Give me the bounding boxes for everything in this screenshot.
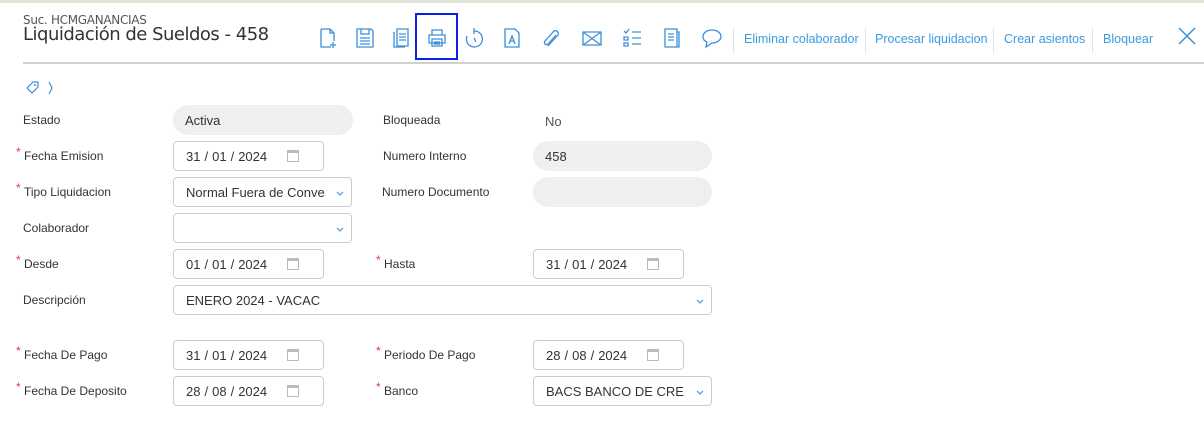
chevron-down-icon: [335, 223, 345, 233]
attachment-icon[interactable]: [540, 26, 564, 50]
hasta-label: Hasta: [384, 257, 416, 271]
email-icon[interactable]: [580, 26, 604, 50]
fecha-emision-label: Fecha Emision: [24, 149, 104, 163]
periodo-pago-label: Periodo De Pago: [384, 348, 476, 362]
crear-asientos-button[interactable]: Crear asientos: [1004, 32, 1085, 46]
tag-icon[interactable]: [25, 80, 55, 101]
page-title: Liquidación de Sueldos - 458: [23, 24, 269, 45]
hasta-input[interactable]: 31/01/2024: [533, 249, 684, 279]
calendar-icon[interactable]: [647, 258, 659, 270]
chevron-down-icon: [335, 187, 345, 197]
required-mark: *: [376, 380, 381, 394]
required-mark: *: [16, 380, 21, 394]
colaborador-select[interactable]: [173, 213, 352, 243]
calendar-icon[interactable]: [647, 349, 659, 361]
estado-label: Estado: [23, 113, 61, 127]
required-mark: *: [16, 344, 21, 358]
fecha-pago-label: Fecha De Pago: [24, 348, 108, 362]
bloqueada-value: No: [545, 114, 562, 129]
calendar-icon[interactable]: [287, 258, 299, 270]
header-divider: [23, 62, 1204, 64]
checklist-icon[interactable]: [620, 26, 644, 50]
desde-input[interactable]: 01/01/2024: [173, 249, 324, 279]
toolbar-divider: [865, 28, 866, 53]
eliminar-colaborador-button[interactable]: Eliminar colaborador: [744, 32, 859, 46]
bloqueada-label: Bloqueada: [383, 113, 441, 127]
copy-icon[interactable]: [389, 26, 413, 50]
fecha-deposito-input[interactable]: 28/08/2024: [173, 376, 324, 406]
estado-value: Activa: [185, 112, 221, 128]
required-mark: *: [376, 253, 381, 267]
toolbar-divider: [733, 28, 734, 53]
estado-field: Activa: [173, 105, 353, 135]
numero-interno-label: Numero Interno: [383, 149, 467, 163]
descripcion-label: Descripción: [23, 293, 86, 307]
numero-interno-field: 458: [533, 141, 712, 171]
calendar-icon[interactable]: [287, 385, 299, 397]
tipo-liquidacion-select[interactable]: Normal Fuera de Conve: [173, 177, 352, 207]
colaborador-label: Colaborador: [23, 221, 90, 235]
fecha-pago-input[interactable]: 31/01/2024: [173, 340, 324, 370]
required-mark: *: [16, 253, 21, 267]
history-icon[interactable]: [462, 26, 486, 50]
fecha-emision-input[interactable]: 31/01/2024: [173, 141, 324, 171]
descripcion-select[interactable]: ENERO 2024 - VACAC: [173, 285, 712, 315]
bloquear-button[interactable]: Bloquear: [1103, 32, 1153, 46]
toolbar-divider: [993, 28, 994, 53]
close-icon[interactable]: [1177, 26, 1197, 46]
calendar-icon[interactable]: [287, 349, 299, 361]
print-icon[interactable]: [425, 26, 449, 50]
periodo-pago-input[interactable]: 28/08/2024: [533, 340, 684, 370]
calendar-icon[interactable]: [287, 150, 299, 162]
required-mark: *: [376, 344, 381, 358]
save-icon[interactable]: [353, 26, 377, 50]
chevron-down-icon: [695, 295, 705, 305]
numero-documento-label: Numero Documento: [382, 185, 490, 199]
banco-select[interactable]: BACS BANCO DE CRE: [533, 376, 712, 406]
report-icon[interactable]: [500, 26, 524, 50]
required-mark: *: [16, 181, 21, 195]
document-icon[interactable]: [660, 26, 684, 50]
banco-label: Banco: [384, 384, 419, 398]
new-document-icon[interactable]: [316, 26, 340, 50]
top-accent-bar: [0, 0, 1204, 3]
chevron-down-icon: [695, 386, 705, 396]
tipo-liquidacion-label: Tipo Liquidacion: [24, 185, 111, 199]
required-mark: *: [16, 145, 21, 159]
numero-documento-field: [533, 177, 712, 207]
comment-icon[interactable]: [700, 26, 724, 50]
toolbar-divider: [1092, 28, 1093, 53]
desde-label: Desde: [24, 257, 59, 271]
procesar-liquidacion-button[interactable]: Procesar liquidacion: [875, 32, 988, 46]
fecha-deposito-label: Fecha De Deposito: [24, 384, 127, 398]
